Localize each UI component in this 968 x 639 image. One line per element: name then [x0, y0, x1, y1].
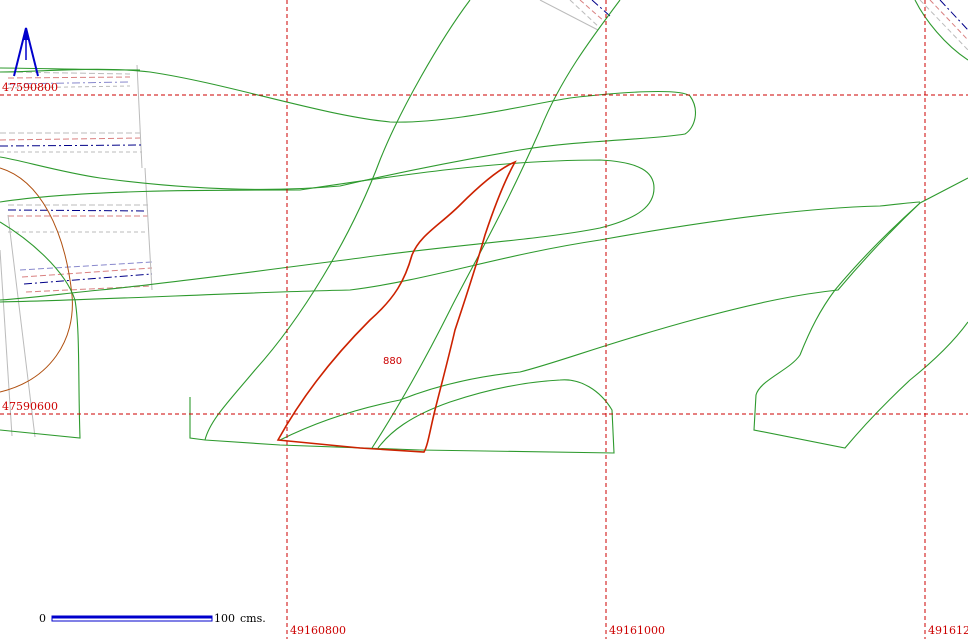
x-label-4916120: 4916120 — [928, 624, 968, 637]
x-label-49160800: 49160800 — [290, 624, 346, 637]
scale-bar-fill — [52, 616, 212, 619]
scale-start-label: 0 — [39, 612, 46, 625]
scale-end-label: 100 — [214, 612, 235, 625]
y-label-47590800: 47590800 — [2, 81, 58, 94]
x-label-49161000: 49161000 — [609, 624, 665, 637]
y-label-47590600: 47590600 — [2, 400, 58, 413]
map-view[interactable]: 880 47590800 47590600 49160800 49161000 … — [0, 0, 968, 639]
scale-unit-label: cms. — [240, 612, 266, 625]
parcel-label: 880 — [383, 356, 402, 367]
scale-bar: 0 100 cms. — [39, 612, 266, 625]
left-parcel-lines — [0, 0, 968, 438]
left-brown-arc — [0, 167, 73, 393]
coordinate-grid — [0, 0, 968, 639]
green-contours — [0, 0, 968, 454]
